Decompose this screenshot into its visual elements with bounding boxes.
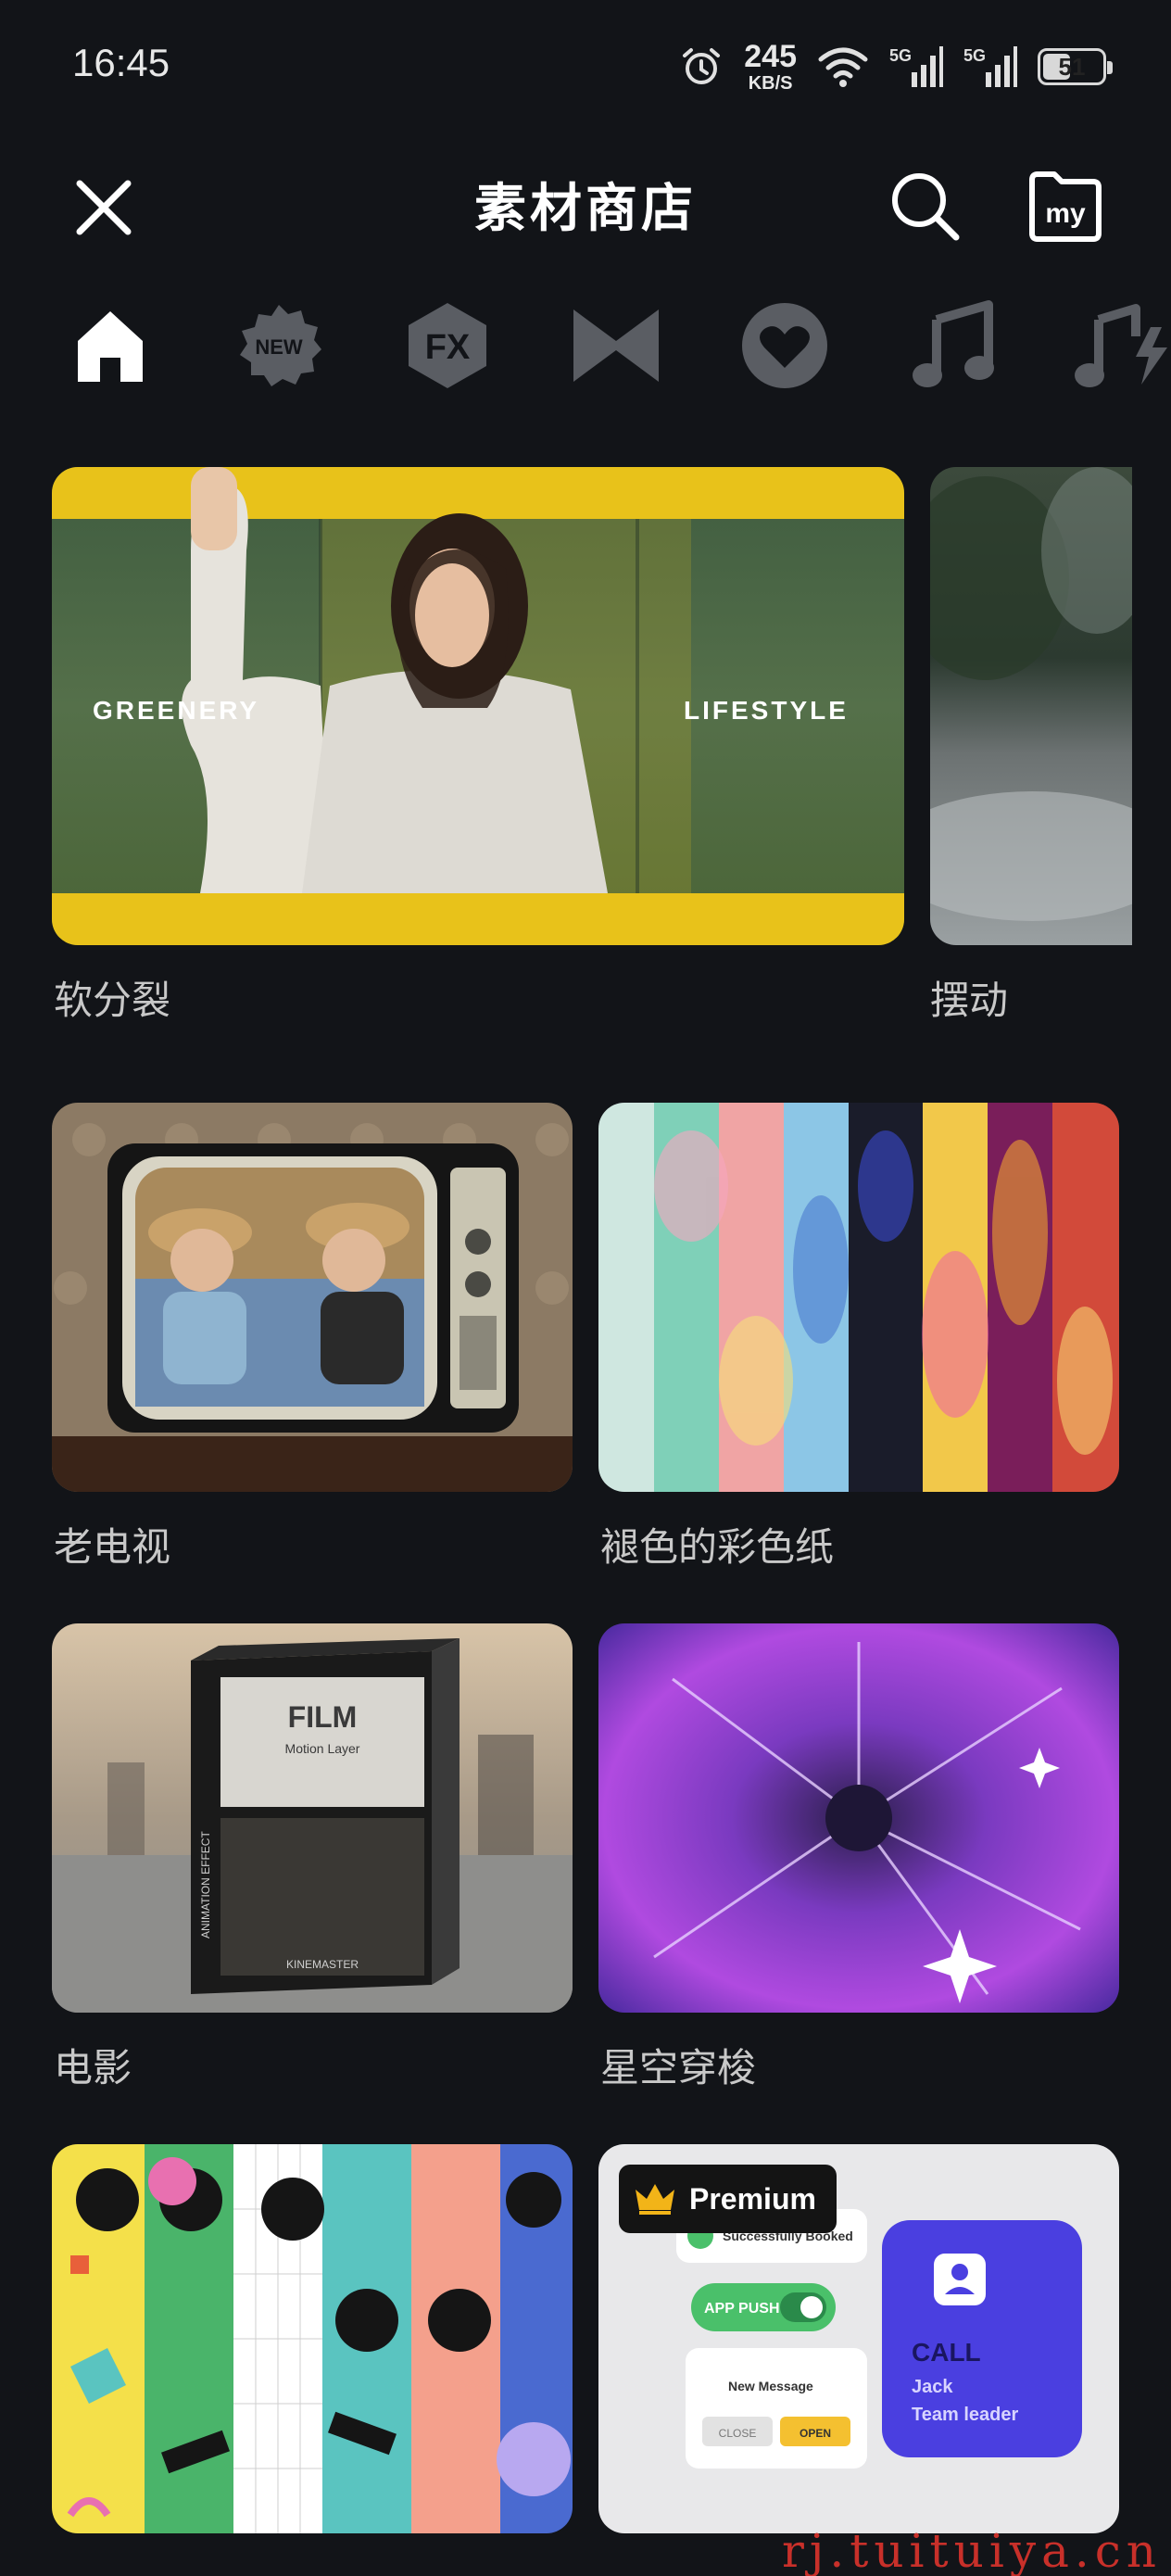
net-speed-unit: KB/S	[748, 73, 793, 94]
grid-card-call-ui[interactable]: Successfully Booked APP PUSH New Message…	[598, 2144, 1119, 2533]
film-box-side: ANIMATION EFFECT	[199, 1831, 212, 1938]
call-ui-caller-role: Team leader	[912, 2405, 1018, 2425]
my-label: my	[1045, 198, 1086, 229]
premium-badge: Premium	[619, 2165, 837, 2233]
signal-5g-label-2: 5G	[963, 46, 986, 65]
sound-effect-icon	[1075, 304, 1167, 387]
watermark: rj.tuituiya.cn	[781, 2524, 1162, 2576]
film-box-sub: Motion Layer	[285, 1741, 360, 1756]
featured-card-soft-split[interactable]: GREENERY LIFESTYLE	[52, 467, 904, 945]
alarm-icon	[683, 48, 721, 84]
call-ui-new-message: New Message	[728, 2379, 813, 2393]
grid-label-film: 电影	[54, 2045, 132, 2090]
battery-level: 51	[1058, 52, 1086, 81]
grid-label-old-tv: 老电视	[54, 1524, 171, 1570]
soft-split-overlay-left: GREENERY	[93, 696, 259, 725]
search-button[interactable]	[884, 165, 967, 248]
tab-stickers[interactable]	[734, 295, 836, 397]
tab-effects[interactable]: FX	[397, 295, 498, 397]
faded-confetti-thumbnail	[598, 1103, 1119, 1492]
featured-card-swing[interactable]	[930, 467, 1132, 945]
tab-new-label: NEW	[255, 335, 303, 359]
call-ui-call: CALL	[912, 2338, 981, 2367]
grid-card-faded-confetti[interactable]	[598, 1103, 1119, 1492]
heart-sticker-icon	[742, 303, 827, 388]
grid-label-starfield: 星空穿梭	[600, 2045, 757, 2090]
film-box-title: FILM	[288, 1700, 358, 1734]
grid-card-old-tv[interactable]	[52, 1103, 573, 1492]
soft-split-overlay-right: LIFESTYLE	[684, 696, 849, 725]
premium-label: Premium	[689, 2181, 816, 2216]
status-icons: 245 KB/S 5G 5G 51	[679, 41, 1113, 93]
net-speed-value: 245	[744, 39, 797, 74]
swing-thumbnail	[930, 467, 1132, 945]
battery-icon: 51	[1038, 48, 1113, 85]
status-time: 16:45	[72, 41, 170, 84]
crown-icon	[636, 2184, 674, 2215]
search-icon	[892, 173, 960, 241]
tab-fx-label: FX	[425, 328, 471, 367]
my-folder-icon: my	[1029, 171, 1102, 242]
call-ui-close: CLOSE	[719, 2427, 757, 2440]
new-badge-icon: NEW	[240, 305, 321, 386]
soft-split-thumbnail: GREENERY LIFESTYLE	[52, 467, 904, 945]
call-ui-caller-name: Jack	[912, 2377, 953, 2397]
header: 素材商店 my	[0, 139, 1171, 263]
tab-home[interactable]	[59, 295, 161, 397]
grid-card-film[interactable]: FILM Motion Layer ANIMATION EFFECT KINEM…	[52, 1623, 573, 2013]
tab-sound-effects[interactable]	[1071, 295, 1171, 397]
signal-5g-icon-2: 5G	[963, 46, 1017, 87]
tab-music[interactable]	[902, 295, 1004, 397]
signal-5g-icon: 5G	[889, 46, 943, 87]
music-note-icon	[913, 300, 994, 387]
tab-new[interactable]: NEW	[228, 295, 330, 397]
fx-icon: FX	[409, 303, 486, 388]
film-box-brand: KINEMASTER	[286, 1958, 359, 1971]
featured-label-soft-split: 软分裂	[54, 978, 171, 1023]
status-bar: 16:45 245 KB/S 5G 5G 51	[0, 0, 1171, 130]
call-ui-app-push: APP PUSH	[704, 2301, 780, 2317]
home-icon	[78, 311, 143, 382]
category-tabs: NEW FX	[0, 285, 1171, 406]
featured-label-swing: 摆动	[930, 978, 1009, 1023]
call-ui-open: OPEN	[800, 2427, 831, 2440]
wifi-icon	[818, 47, 868, 87]
tab-transitions[interactable]	[565, 295, 667, 397]
grid-card-starfield[interactable]	[598, 1623, 1119, 2013]
film-thumbnail: FILM Motion Layer ANIMATION EFFECT KINEM…	[52, 1623, 573, 2013]
memphis-thumbnail	[52, 2144, 573, 2533]
grid-label-faded-confetti: 褪色的彩色纸	[600, 1524, 835, 1570]
old-tv-thumbnail	[52, 1103, 573, 1492]
grid-card-memphis[interactable]	[52, 2144, 573, 2533]
net-speed: 245 KB/S	[744, 41, 797, 93]
signal-5g-label: 5G	[889, 46, 912, 65]
starfield-thumbnail	[598, 1623, 1119, 2013]
my-assets-button[interactable]: my	[1026, 167, 1104, 245]
transition-icon	[573, 309, 659, 382]
page-title: 素材商店	[474, 178, 697, 239]
